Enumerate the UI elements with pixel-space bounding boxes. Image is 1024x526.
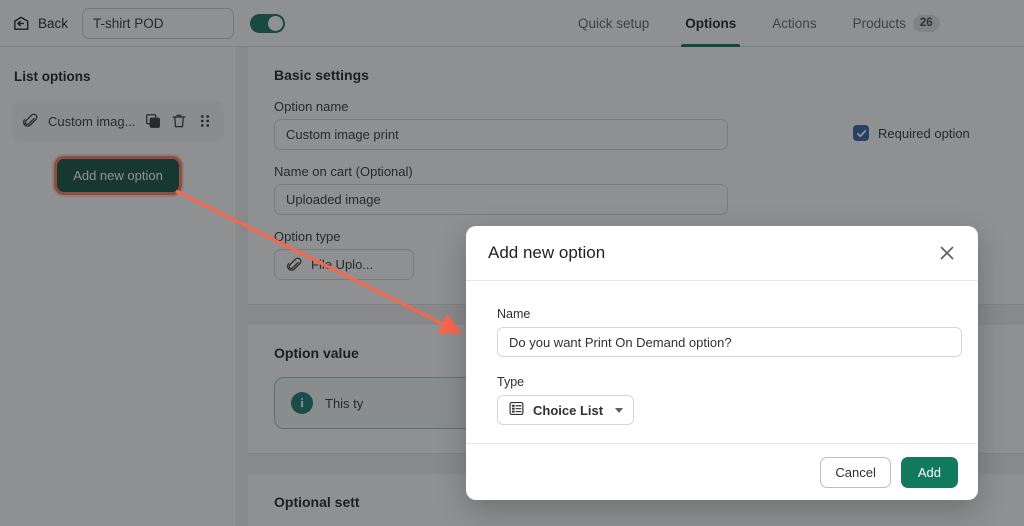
cancel-button[interactable]: Cancel: [820, 456, 891, 488]
add-new-option-modal: Add new option Name Type: [466, 226, 978, 500]
modal-name-label: Name: [497, 307, 531, 321]
modal-footer: Cancel Add: [466, 443, 978, 500]
modal-type-select[interactable]: Choice List: [497, 395, 635, 425]
modal-type-label: Type: [497, 375, 525, 389]
close-icon[interactable]: [936, 242, 958, 264]
modal-title: Add new option: [488, 243, 606, 262]
chevron-down-icon: [615, 407, 624, 413]
modal-type-value: Choice List: [533, 402, 604, 418]
modal-body: Name Type Choice List: [466, 281, 978, 443]
list-icon: [508, 400, 525, 420]
app-root: Back Quick setup Options Actions Product…: [0, 0, 1024, 526]
modal-header: Add new option: [466, 226, 978, 281]
modal-name-input[interactable]: [497, 327, 962, 357]
add-button[interactable]: Add: [900, 456, 958, 488]
